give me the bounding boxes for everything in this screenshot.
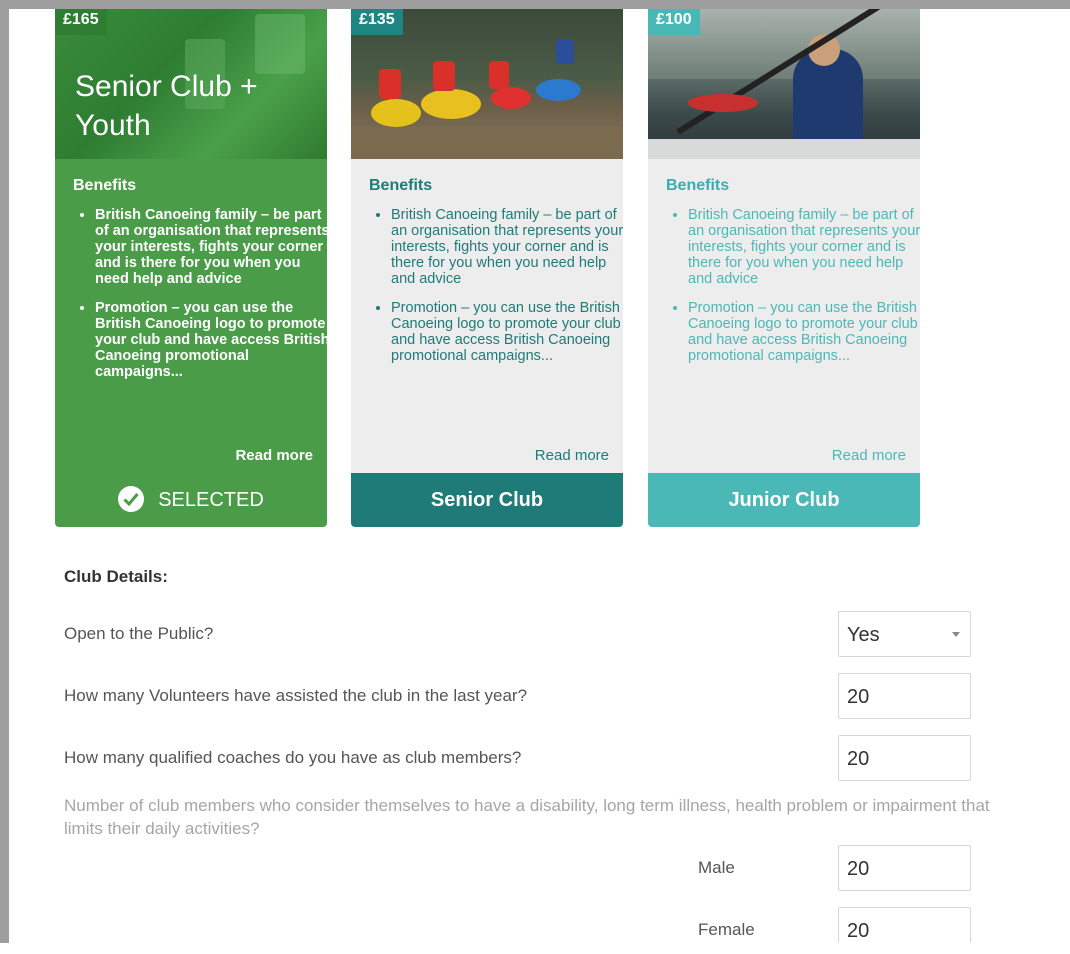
select-junior-club-button[interactable]: Junior Club xyxy=(648,473,920,527)
read-more-link[interactable]: Read more xyxy=(832,447,906,464)
read-more-link[interactable]: Read more xyxy=(535,447,609,464)
male-label: Male xyxy=(698,858,735,877)
open-to-public-value: Yes xyxy=(847,624,880,646)
club-details-heading: Club Details: xyxy=(64,567,168,586)
check-circle-icon xyxy=(118,485,145,512)
benefits-heading: Benefits xyxy=(73,177,137,194)
open-to-public-select[interactable]: Yes xyxy=(838,611,971,657)
membership-card-senior-youth[interactable]: Senior Club + Youth £165 Benefits Britis… xyxy=(55,9,327,527)
card-body: Benefits British Canoeing family – be pa… xyxy=(351,159,623,473)
benefits-list: British Canoeing family – be part of an … xyxy=(369,207,623,377)
price-badge: £165 xyxy=(55,9,107,35)
membership-card-senior-club[interactable]: £135 Benefits British Canoeing family – … xyxy=(351,9,623,527)
benefit-item: Promotion – you can use the British Cano… xyxy=(391,300,623,364)
volunteers-label: How many Volunteers have assisted the cl… xyxy=(64,686,528,705)
benefits-list: British Canoeing family – be part of an … xyxy=(666,207,920,377)
volunteers-input[interactable]: 20 xyxy=(838,673,971,719)
female-label: Female xyxy=(698,920,755,939)
benefit-item: British Canoeing family – be part of an … xyxy=(95,207,327,287)
selected-button[interactable]: SELECTED xyxy=(55,473,327,527)
disability-question: Number of club members who consider them… xyxy=(64,796,990,838)
benefits-list: British Canoeing family – be part of an … xyxy=(73,207,327,393)
benefits-heading: Benefits xyxy=(666,177,730,194)
membership-card-junior-club[interactable]: £100 Benefits British Canoeing family – … xyxy=(648,9,920,527)
female-input[interactable]: 20 xyxy=(838,907,971,943)
male-input[interactable]: 20 xyxy=(838,845,971,891)
read-more-link[interactable]: Read more xyxy=(235,447,313,464)
benefit-item: Promotion – you can use the British Cano… xyxy=(688,300,920,364)
price-badge: £100 xyxy=(648,9,700,35)
open-to-public-label: Open to the Public? xyxy=(64,624,214,643)
benefits-heading: Benefits xyxy=(369,177,433,194)
benefit-item: British Canoeing family – be part of an … xyxy=(391,207,623,287)
select-senior-club-button[interactable]: Senior Club xyxy=(351,473,623,527)
window-left-border xyxy=(0,0,9,943)
selected-label: SELECTED xyxy=(158,489,264,511)
price-badge: £135 xyxy=(351,9,403,35)
benefit-item: Promotion – you can use the British Cano… xyxy=(95,300,327,380)
card-body: Benefits British Canoeing family – be pa… xyxy=(55,159,327,473)
benefit-item: British Canoeing family – be part of an … xyxy=(688,207,920,287)
coaches-input[interactable]: 20 xyxy=(838,735,971,781)
window-top-border xyxy=(0,0,1070,9)
card-title: Senior Club + Youth xyxy=(75,70,258,142)
coaches-label: How many qualified coaches do you have a… xyxy=(64,748,522,767)
caret-down-icon xyxy=(952,632,960,637)
card-body: Benefits British Canoeing family – be pa… xyxy=(648,159,920,473)
